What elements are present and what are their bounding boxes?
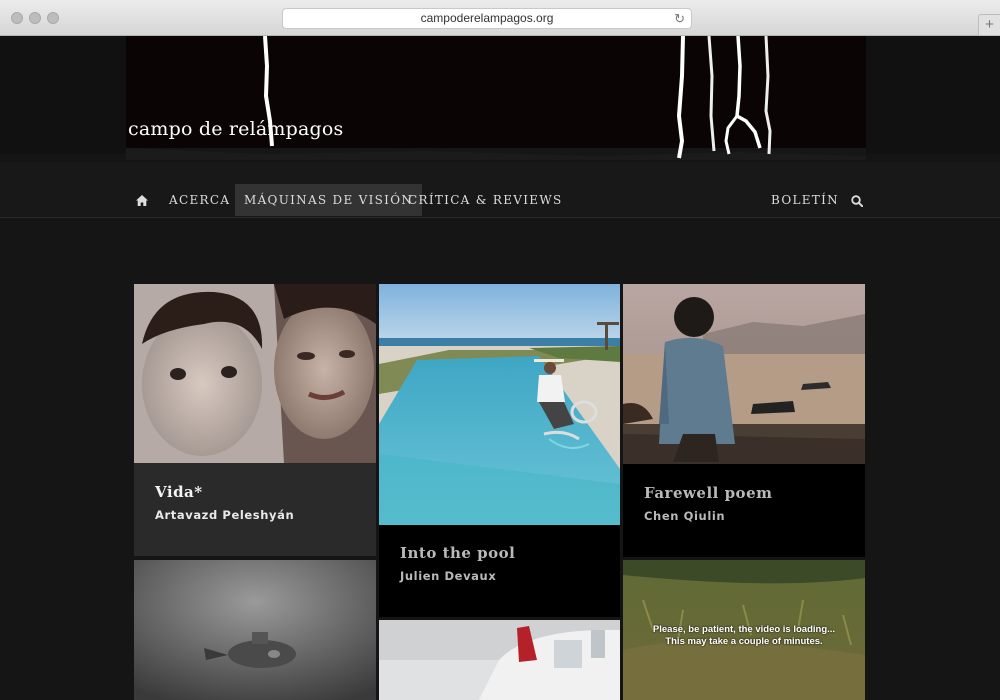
home-icon[interactable] — [136, 195, 148, 206]
work-card-submarine[interactable] — [134, 560, 376, 700]
site-title[interactable]: campo de relámpagos — [128, 118, 343, 140]
main-navigation: ACERCA MÁQUINAS DE VISIÓN CRÍTICA & REVI… — [0, 162, 1000, 218]
reload-icon[interactable]: ↻ — [674, 9, 685, 28]
work-thumbnail — [623, 284, 865, 464]
nav-item-boletin[interactable]: BOLETÍN — [771, 184, 839, 216]
new-tab-button[interactable]: + — [978, 14, 1000, 36]
loading-line-1: Please, be patient, the video is loading… — [652, 624, 836, 635]
work-title: Vida* — [155, 483, 203, 501]
work-title: Into the pool — [400, 544, 516, 562]
site-banner: campo de relámpagos — [0, 36, 1000, 160]
search-icon[interactable] — [851, 195, 863, 207]
nav-item-maquinas-de-vision[interactable]: MÁQUINAS DE VISIÓN — [235, 184, 423, 216]
work-thumbnail — [134, 560, 376, 700]
work-card-loading-video[interactable]: Please, be patient, the video is loading… — [623, 560, 865, 700]
nav-item-acerca[interactable]: ACERCA — [169, 184, 230, 216]
banner-image — [126, 36, 866, 160]
work-card-car[interactable] — [379, 620, 620, 700]
work-thumbnail — [379, 284, 620, 525]
video-loading-message: Please, be patient, the video is loading… — [623, 624, 865, 648]
work-author: Julien Devaux — [400, 569, 497, 583]
work-card-into-the-pool[interactable]: Into the pool Julien Devaux — [379, 284, 620, 617]
work-title: Farewell poem — [644, 484, 773, 502]
nav-item-critica-reviews[interactable]: CRÍTICA & REVIEWS — [408, 184, 562, 216]
close-window-button[interactable] — [11, 12, 23, 24]
work-author: Chen Qiulin — [644, 509, 726, 523]
work-thumbnail — [379, 620, 620, 700]
work-card-farewell-poem[interactable]: Farewell poem Chen Qiulin — [623, 284, 865, 557]
browser-chrome: campoderelampagos.org ↻ + — [0, 0, 1000, 36]
work-author: Artavazd Peleshyán — [155, 508, 295, 522]
work-thumbnail — [134, 284, 376, 463]
minimize-window-button[interactable] — [29, 12, 41, 24]
work-card-vida[interactable]: Vida* Artavazd Peleshyán — [134, 284, 376, 556]
loading-line-2: This may take a couple of minutes. — [665, 636, 823, 647]
address-bar[interactable]: campoderelampagos.org ↻ — [282, 8, 692, 29]
url-text: campoderelampagos.org — [420, 11, 554, 25]
web-page: campo de relámpagos ACERCA MÁQUINAS DE V… — [0, 36, 1000, 700]
zoom-window-button[interactable] — [47, 12, 59, 24]
